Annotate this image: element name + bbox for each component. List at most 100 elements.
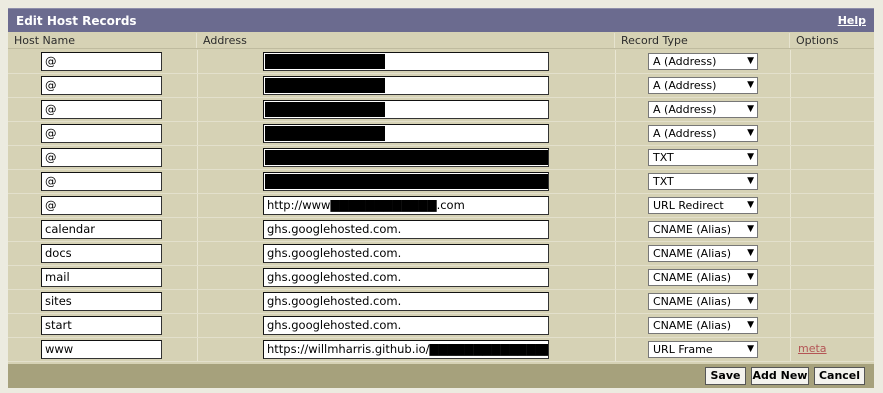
chevron-down-icon: ▼ xyxy=(747,56,754,66)
record-type-select[interactable]: URL Redirect ▼ xyxy=(648,197,758,214)
host-name-input[interactable]: @ xyxy=(41,172,162,191)
record-type-value: TXT xyxy=(653,151,674,164)
column-divider xyxy=(197,290,198,313)
save-button[interactable]: Save xyxy=(705,367,746,385)
host-name-input[interactable]: @ xyxy=(41,76,162,95)
host-name-input[interactable]: @ xyxy=(41,196,162,215)
host-name-input[interactable]: start xyxy=(41,316,162,335)
host-name-input[interactable]: calendar xyxy=(41,220,162,239)
column-divider xyxy=(790,218,791,241)
address-input[interactable]: ghs.googlehosted.com. xyxy=(263,220,549,239)
table-row: www https://willmharris.github.io/▇▇▇▇▇▇▇… xyxy=(8,338,874,362)
column-divider xyxy=(790,266,791,289)
record-type-value: A (Address) xyxy=(653,127,717,140)
chevron-down-icon: ▼ xyxy=(747,152,754,162)
column-divider xyxy=(197,266,198,289)
column-divider xyxy=(615,122,616,145)
host-name-input[interactable]: www xyxy=(41,340,162,359)
record-type-select[interactable]: A (Address) ▼ xyxy=(648,77,758,94)
address-value: ghs.googlehosted.com. xyxy=(267,318,402,332)
address-value: ghs.googlehosted.com. xyxy=(267,246,402,260)
host-records-panel: Edit Host Records Help Host Name Address… xyxy=(8,8,874,388)
address-input[interactable] xyxy=(263,76,549,95)
add-new-button[interactable]: Add New xyxy=(751,367,809,385)
column-header-options: Options xyxy=(796,34,839,47)
column-divider xyxy=(197,170,198,193)
column-divider xyxy=(790,50,791,73)
column-divider xyxy=(197,74,198,97)
host-name-input[interactable]: @ xyxy=(41,148,162,167)
redaction-bar xyxy=(265,150,548,165)
address-input[interactable] xyxy=(263,172,549,191)
address-input[interactable]: ghs.googlehosted.com. xyxy=(263,292,549,311)
address-input[interactable] xyxy=(263,52,549,71)
record-type-select[interactable]: CNAME (Alias) ▼ xyxy=(648,293,758,310)
record-type-value: A (Address) xyxy=(653,103,717,116)
column-divider xyxy=(790,170,791,193)
record-type-value: TXT xyxy=(653,175,674,188)
column-divider xyxy=(790,194,791,217)
column-divider xyxy=(197,98,198,121)
record-type-value: CNAME (Alias) xyxy=(653,271,732,284)
table-row: @ TXT ▼ xyxy=(8,146,874,170)
record-type-select[interactable]: URL Frame ▼ xyxy=(648,341,758,358)
address-value: ghs.googlehosted.com. xyxy=(267,270,402,284)
column-divider xyxy=(615,50,616,73)
host-name-input[interactable]: @ xyxy=(41,124,162,143)
column-divider xyxy=(197,194,198,217)
table-row: @ A (Address) ▼ xyxy=(8,74,874,98)
host-name-input[interactable]: docs xyxy=(41,244,162,263)
table-row: @ TXT ▼ xyxy=(8,170,874,194)
column-divider xyxy=(615,338,616,361)
host-name-input[interactable]: mail xyxy=(41,268,162,287)
column-divider xyxy=(790,242,791,265)
cancel-button[interactable]: Cancel xyxy=(814,367,865,385)
record-type-select[interactable]: A (Address) ▼ xyxy=(648,53,758,70)
column-divider xyxy=(790,146,791,169)
address-value: http://www▇▇▇▇▇▇▇▇▇▇▇▇.com xyxy=(267,198,465,212)
column-divider xyxy=(615,242,616,265)
column-header-host: Host Name xyxy=(8,33,197,48)
column-divider xyxy=(615,290,616,313)
column-divider xyxy=(615,218,616,241)
address-input[interactable]: https://willmharris.github.io/▇▇▇▇▇▇▇▇▇▇… xyxy=(263,340,549,359)
records-table: @ A (Address) ▼ @ A (Address) ▼ @ A (Address) ▼ @… xyxy=(8,50,874,362)
host-name-input[interactable]: sites xyxy=(41,292,162,311)
address-input[interactable]: ghs.googlehosted.com. xyxy=(263,268,549,287)
chevron-down-icon: ▼ xyxy=(747,176,754,186)
record-type-select[interactable]: CNAME (Alias) ▼ xyxy=(648,317,758,334)
record-type-value: URL Frame xyxy=(653,343,713,356)
column-divider xyxy=(615,170,616,193)
record-type-select[interactable]: CNAME (Alias) ▼ xyxy=(648,221,758,238)
chevron-down-icon: ▼ xyxy=(747,320,754,330)
record-type-select[interactable]: TXT ▼ xyxy=(648,149,758,166)
host-name-input[interactable]: @ xyxy=(41,52,162,71)
redaction-bar xyxy=(265,102,385,117)
record-type-select[interactable]: CNAME (Alias) ▼ xyxy=(648,245,758,262)
address-input[interactable] xyxy=(263,100,549,119)
column-header-address: Address xyxy=(197,33,615,48)
chevron-down-icon: ▼ xyxy=(747,224,754,234)
record-type-select[interactable]: A (Address) ▼ xyxy=(648,125,758,142)
column-divider xyxy=(197,338,198,361)
meta-link[interactable]: meta xyxy=(798,342,827,355)
address-input[interactable]: http://www▇▇▇▇▇▇▇▇▇▇▇▇.com xyxy=(263,196,549,215)
host-name-input[interactable]: @ xyxy=(41,100,162,119)
column-divider xyxy=(790,290,791,313)
help-link[interactable]: Help xyxy=(838,14,866,27)
table-row: @ A (Address) ▼ xyxy=(8,98,874,122)
record-type-value: A (Address) xyxy=(653,55,717,68)
address-input[interactable] xyxy=(263,148,549,167)
record-type-select[interactable]: A (Address) ▼ xyxy=(648,101,758,118)
address-input[interactable]: ghs.googlehosted.com. xyxy=(263,244,549,263)
redaction-bar xyxy=(265,174,548,189)
address-input[interactable] xyxy=(263,124,549,143)
column-divider xyxy=(615,314,616,337)
record-type-select[interactable]: TXT ▼ xyxy=(648,173,758,190)
record-type-value: CNAME (Alias) xyxy=(653,319,732,332)
record-type-select[interactable]: CNAME (Alias) ▼ xyxy=(648,269,758,286)
address-input[interactable]: ghs.googlehosted.com. xyxy=(263,316,549,335)
table-row: @ A (Address) ▼ xyxy=(8,122,874,146)
column-divider xyxy=(790,122,791,145)
column-divider xyxy=(197,146,198,169)
